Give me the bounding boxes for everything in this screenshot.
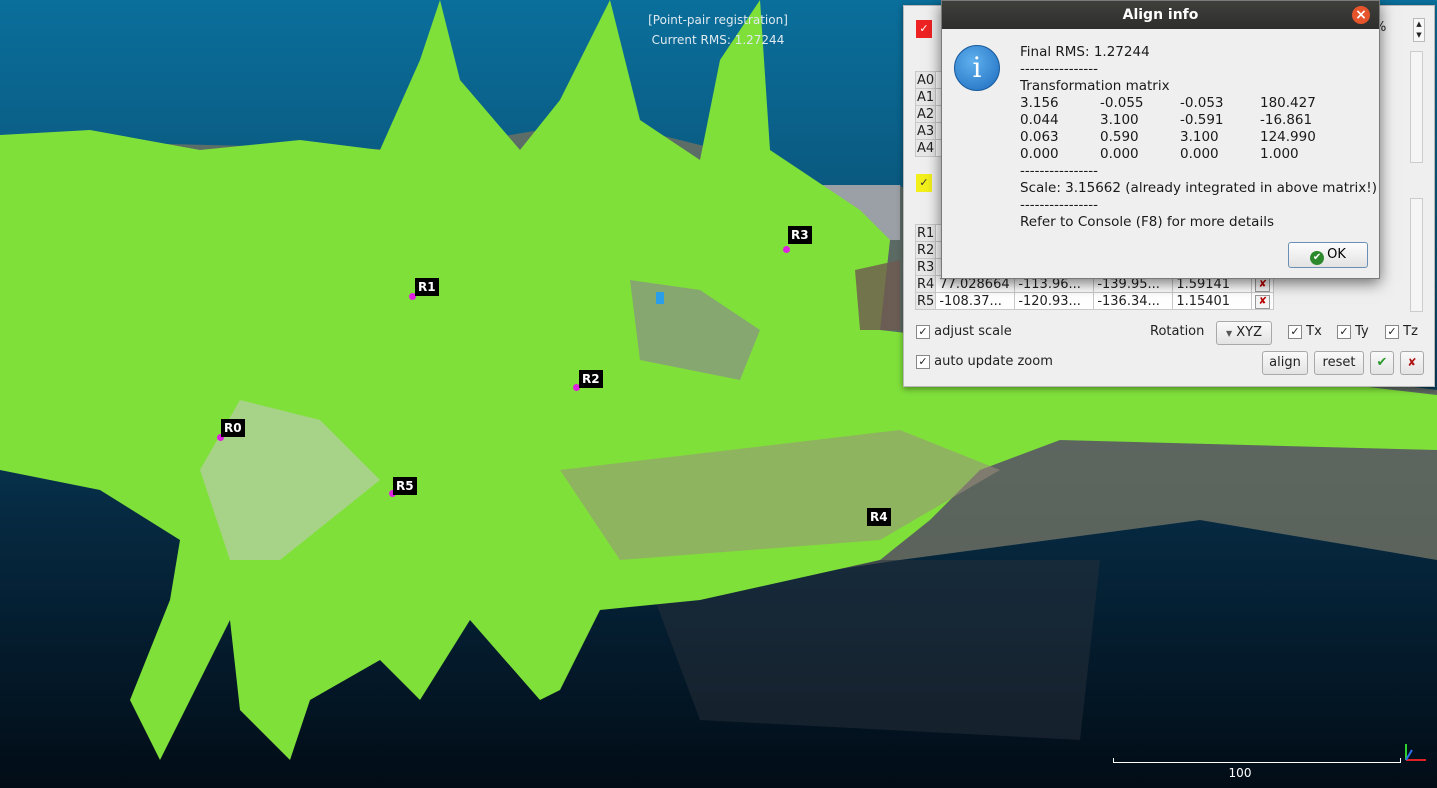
matrix-cell: -0.053 — [1180, 95, 1224, 111]
rotation-select-value: XYZ — [1236, 325, 1263, 340]
check-icon: ✔ — [1310, 251, 1325, 265]
aligned-show-checkbox[interactable]: ✓ — [916, 20, 932, 38]
marker-r2: R2 — [579, 370, 603, 388]
scale-bar — [1113, 758, 1401, 763]
tx-checkbox[interactable]: ✓ — [1288, 324, 1302, 339]
matrix-cell: -16.861 — [1260, 112, 1313, 128]
rotation-select[interactable]: ▼ XYZ — [1216, 321, 1272, 345]
row-header[interactable]: R2 — [914, 241, 937, 259]
auto-update-zoom-option[interactable]: ✓ auto update zoom — [916, 354, 1053, 369]
row-header[interactable]: A2 — [914, 105, 937, 123]
dialog-message: Final RMS: 1.27244 ---------------- Tran… — [1020, 44, 1377, 231]
final-rms-text: Final RMS: 1.27244 — [1020, 44, 1150, 60]
cell-x[interactable]: -108.37... — [935, 292, 1016, 310]
matrix-cell: 3.100 — [1180, 129, 1219, 145]
dialog-title: Align info — [1122, 7, 1199, 23]
reference-show-checkbox[interactable]: ✓ — [916, 174, 932, 192]
matrix-cell: 124.990 — [1260, 129, 1316, 145]
row-header[interactable]: R3 — [914, 258, 937, 276]
matrix-cell: 180.427 — [1260, 95, 1316, 111]
matrix-cell: 0.000 — [1180, 146, 1219, 162]
chevron-down-icon: ▼ — [1225, 329, 1233, 338]
confirm-icon[interactable]: ✔ — [1370, 351, 1394, 375]
tz-checkbox[interactable]: ✓ — [1385, 324, 1399, 339]
row-header[interactable]: A3 — [914, 122, 937, 140]
align-button[interactable]: align — [1262, 351, 1308, 375]
tx-label: Tx — [1306, 324, 1322, 339]
matrix-row: 0.044 3.100 -0.591 -16.861 — [1020, 112, 1377, 129]
ok-button[interactable]: ✔ OK — [1288, 242, 1368, 268]
marker-r4: R4 — [867, 508, 891, 526]
matrix-cell: 3.100 — [1100, 112, 1139, 128]
auto-update-zoom-label: auto update zoom — [934, 354, 1053, 369]
delete-point-icon[interactable]: ✘ — [1255, 295, 1271, 309]
marker-r1: R1 — [415, 278, 439, 296]
axis-trihedron-icon — [1405, 744, 1426, 761]
ty-label: Ty — [1355, 324, 1369, 339]
scale-text: Scale: 3.15662 (already integrated in ab… — [1020, 180, 1377, 196]
align-info-dialog: Align info × i Final RMS: 1.27244 ------… — [941, 0, 1380, 279]
matrix-cell: 0.044 — [1020, 112, 1059, 128]
matrix-cell: 1.000 — [1260, 146, 1299, 162]
marker-r3: R3 — [788, 226, 812, 244]
ok-label: OK — [1327, 247, 1346, 262]
matrix-cell: 0.000 — [1020, 146, 1059, 162]
matrix-cell: 3.156 — [1020, 95, 1059, 111]
auto-update-zoom-checkbox[interactable]: ✓ — [916, 354, 930, 369]
scale-label: 100 — [1228, 766, 1252, 780]
percent-spinner[interactable]: ▲ ▼ — [1413, 18, 1425, 42]
row-header[interactable]: A4 — [914, 139, 937, 157]
separator-line: ---------------- — [1020, 197, 1098, 213]
row-header[interactable]: R4 — [914, 275, 937, 293]
tx-option[interactable]: ✓ Tx — [1288, 324, 1322, 339]
matrix-cell: 0.063 — [1020, 129, 1059, 145]
close-icon[interactable]: × — [1352, 6, 1370, 24]
dialog-titlebar[interactable]: Align info × — [942, 1, 1379, 29]
cancel-icon[interactable]: ✘ — [1400, 351, 1424, 375]
matrix-cell: -0.591 — [1180, 112, 1224, 128]
matrix-row: 0.063 0.590 3.100 124.990 — [1020, 129, 1377, 146]
adjust-scale-option[interactable]: ✓ adjust scale — [916, 324, 1012, 339]
cell-error[interactable]: 1.15401 — [1172, 292, 1253, 310]
separator-line: ---------------- — [1020, 163, 1098, 179]
matrix-cell: 0.590 — [1100, 129, 1139, 145]
marker-dot-r3 — [783, 246, 790, 253]
delete-point-icon[interactable]: ✘ — [1255, 278, 1271, 292]
adjust-scale-checkbox[interactable]: ✓ — [916, 324, 930, 339]
row-header[interactable]: R1 — [914, 224, 937, 242]
info-icon: i — [954, 45, 1000, 91]
adjust-scale-label: adjust scale — [934, 324, 1012, 339]
registration-title: [Point-pair registration] — [648, 13, 788, 27]
console-hint-text: Refer to Console (F8) for more details — [1020, 214, 1274, 230]
separator-line: ---------------- — [1020, 61, 1098, 77]
reset-button[interactable]: reset — [1314, 351, 1364, 375]
aligned-scrollbar[interactable] — [1410, 51, 1423, 163]
row-header[interactable]: A0 — [914, 71, 937, 89]
ty-option[interactable]: ✓ Ty — [1337, 324, 1369, 339]
marker-r5: R5 — [393, 477, 417, 495]
row-header[interactable]: A1 — [914, 88, 937, 106]
tz-label: Tz — [1403, 324, 1418, 339]
row-header[interactable]: R5 — [914, 292, 937, 310]
ty-checkbox[interactable]: ✓ — [1337, 324, 1351, 339]
cell-y[interactable]: -120.93... — [1014, 292, 1095, 310]
tz-option[interactable]: ✓ Tz — [1385, 324, 1418, 339]
marker-r0: R0 — [221, 419, 245, 437]
matrix-title: Transformation matrix — [1020, 78, 1170, 94]
matrix-row: 3.156 -0.055 -0.053 180.427 — [1020, 95, 1377, 112]
current-rms-text: Current RMS: 1.27244 — [651, 33, 785, 47]
cell-z[interactable]: -136.34... — [1093, 292, 1174, 310]
matrix-row: 0.000 0.000 0.000 1.000 — [1020, 146, 1377, 163]
matrix-cell: -0.055 — [1100, 95, 1144, 111]
table-row: R5 -108.37... -120.93... -136.34... 1.15… — [914, 292, 1275, 310]
matrix-cell: 0.000 — [1100, 146, 1139, 162]
reference-scrollbar[interactable] — [1410, 198, 1423, 312]
rotation-label: Rotation — [1150, 324, 1205, 339]
